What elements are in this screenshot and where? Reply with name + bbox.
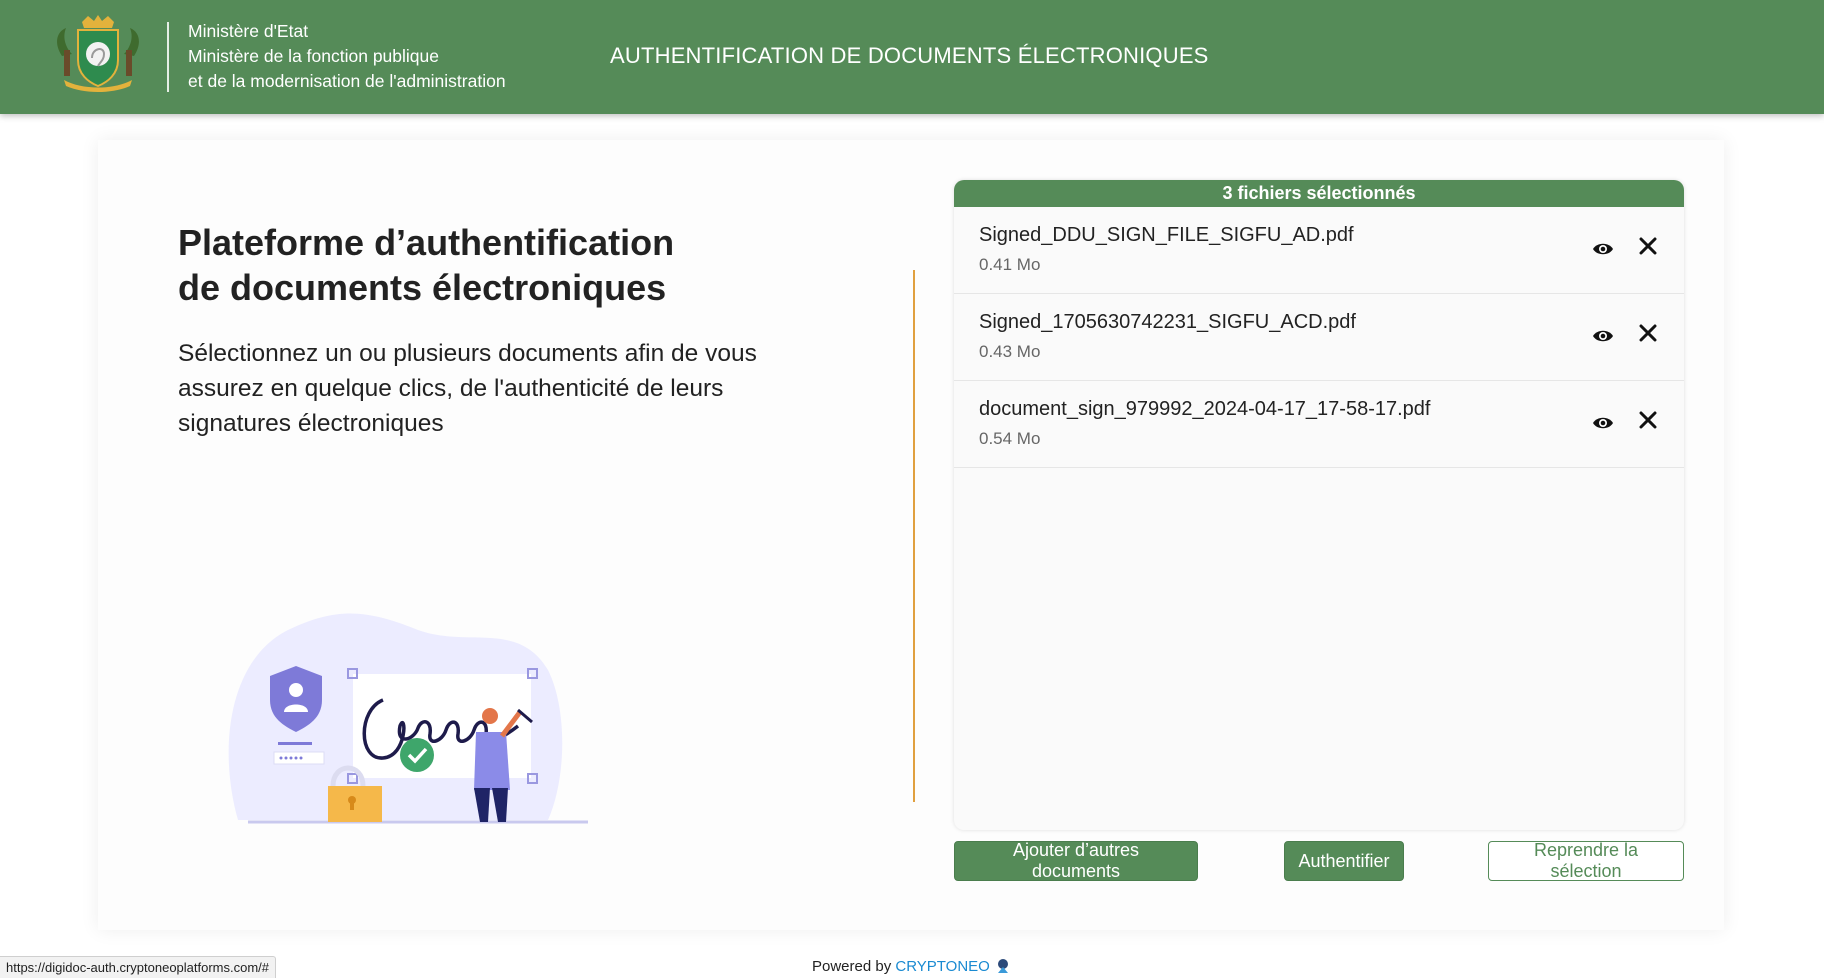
- eye-icon[interactable]: [1592, 328, 1614, 344]
- main-card: Plateforme d’authentification de documen…: [98, 140, 1724, 930]
- close-icon[interactable]: [1638, 236, 1658, 256]
- eye-icon[interactable]: [1592, 241, 1614, 257]
- authenticate-button[interactable]: Authentifier: [1284, 841, 1404, 881]
- file-size: 0.43 Mo: [979, 342, 1041, 361]
- file-name: document_sign_979992_2024-04-17_17-58-17…: [979, 398, 1431, 420]
- file-name: Signed_DDU_SIGN_FILE_SIGFU_AD.pdf: [979, 224, 1354, 246]
- reset-selection-button[interactable]: Reprendre la sélection: [1488, 840, 1684, 881]
- platform-description: Sélectionnez un ou plusieurs documents a…: [178, 340, 757, 437]
- close-icon[interactable]: [1638, 323, 1658, 343]
- signature-illustration: [228, 613, 588, 824]
- platform-title-line: de documents électroniques: [178, 267, 667, 308]
- cryptoneo-link[interactable]: CRYPTONEO: [895, 958, 989, 975]
- platform-title: Plateforme d’authentification de documen…: [178, 220, 778, 310]
- files-count-header: 3 fichiers sélectionnés: [954, 180, 1684, 207]
- ministry-line: Ministère de la fonction publique: [188, 46, 439, 66]
- header-divider: [167, 22, 169, 92]
- coat-of-arms-icon: [57, 15, 139, 92]
- close-icon[interactable]: [1638, 410, 1658, 430]
- file-size: 0.54 Mo: [979, 429, 1041, 448]
- file-name: Signed_1705630742231_SIGFU_ACD.pdf: [979, 311, 1356, 333]
- file-item: document_sign_979992_2024-04-17_17-58-17…: [954, 381, 1684, 468]
- platform-title-line: Plateforme d’authentification: [178, 222, 675, 263]
- page-title: AUTHENTIFICATION DE DOCUMENTS ÉLECTRONIQ…: [610, 43, 1209, 68]
- status-bar-url: https://digidoc-auth.cryptoneoplatforms.…: [0, 956, 277, 978]
- powered-by-label: Powered by: [811, 958, 892, 975]
- file-size: 0.41 Mo: [979, 255, 1041, 274]
- add-documents-button[interactable]: Ajouter d’autres documents: [954, 840, 1198, 881]
- vertical-divider: [913, 270, 915, 802]
- cryptoneo-logo-icon: [998, 959, 1009, 973]
- selected-files-panel: 3 fichiers sélectionnés Signed_DDU_SIGN_…: [954, 180, 1684, 830]
- ministry-name: Ministère d'Etat Ministère de la fonctio…: [188, 19, 506, 94]
- ministry-line: et de la modernisation de l'administrati…: [188, 71, 506, 91]
- app-header: Ministère d'Etat Ministère de la fonctio…: [0, 0, 1824, 114]
- file-item: Signed_1705630742231_SIGFU_ACD.pdf 0.43 …: [954, 294, 1684, 381]
- file-item: Signed_DDU_SIGN_FILE_SIGFU_AD.pdf 0.41 M…: [954, 207, 1684, 294]
- eye-icon[interactable]: [1592, 415, 1614, 431]
- ministry-line: Ministère d'Etat: [188, 21, 309, 41]
